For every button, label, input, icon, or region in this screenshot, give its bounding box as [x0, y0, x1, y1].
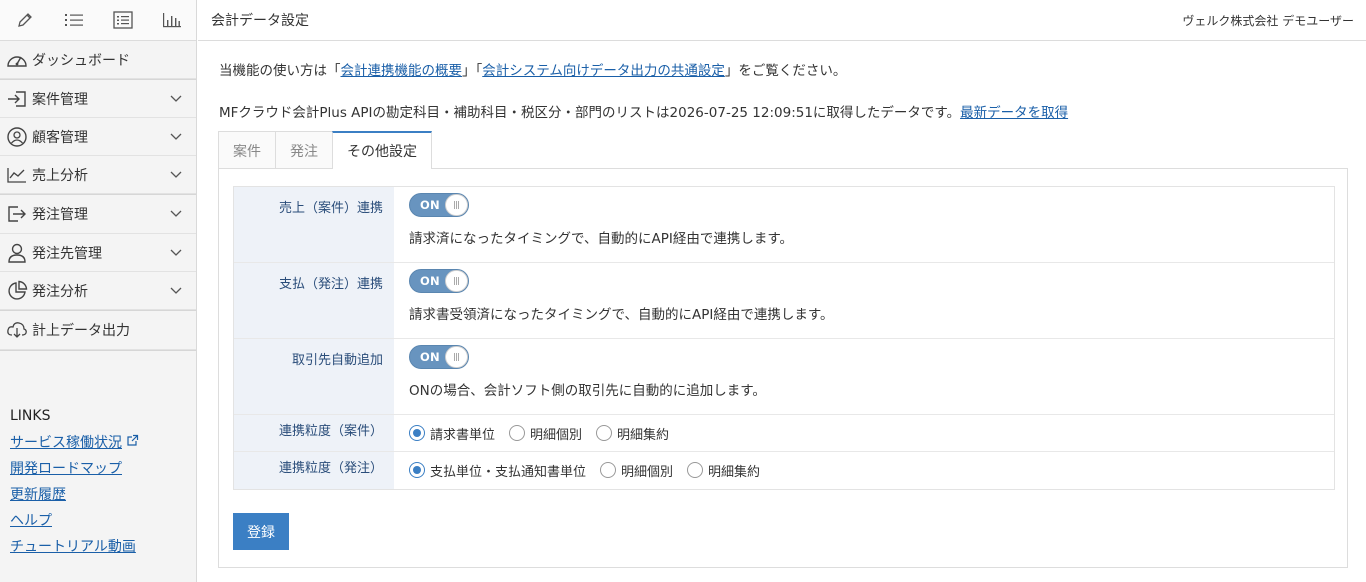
settings-panel: 売上（案件）連携 ON 請求済になったタイミングで、自動的にAPI経由で連携しま…	[218, 168, 1348, 568]
dashboard-icon	[4, 48, 30, 72]
user-name[interactable]: ヴェルク株式会社 デモユーザー	[1182, 12, 1354, 29]
tab-projects[interactable]: 案件	[218, 131, 276, 169]
link-service-status[interactable]: サービス稼働状況	[10, 430, 139, 456]
link-help[interactable]: ヘルプ	[10, 508, 139, 534]
radio-invoice-unit[interactable]: 請求書単位	[409, 424, 495, 443]
toggle-knob	[445, 270, 468, 292]
sidebar-item-label: 売上分析	[32, 167, 88, 184]
tab-purchase[interactable]: 発注	[275, 131, 333, 169]
setting-description: 請求書受領済になったタイミングで、自動的にAPI経由で連携します。	[409, 307, 834, 323]
setting-label: 取引先自動追加	[234, 339, 394, 414]
setting-description: ONの場合、会計ソフト側の取引先に自動的に追加します。	[409, 383, 766, 399]
link-fetch-latest[interactable]: 最新データを取得	[960, 105, 1068, 121]
sidebar-item-dashboard[interactable]: ダッシュボード	[0, 41, 196, 79]
toggle-knob	[445, 346, 468, 368]
sidebar-item-label: 顧客管理	[32, 129, 88, 146]
link-roadmap[interactable]: 開発ロードマップ	[10, 456, 139, 482]
sidebar-item-label: 発注先管理	[32, 245, 102, 262]
link-tutorial-video[interactable]: チュートリアル動画	[10, 534, 139, 560]
chevron-down-icon	[170, 130, 182, 145]
user-circle-icon	[4, 125, 30, 149]
usage-info: 当機能の使い方は「会計連携機能の概要」「会計システム向けデータ出力の共通設定」を…	[219, 63, 847, 79]
link-overview[interactable]: 会計連携機能の概要	[341, 63, 463, 79]
links-section: LINKS サービス稼働状況 開発ロードマップ 更新履歴 ヘルプ チュートリアル…	[10, 408, 139, 560]
sidebar-item-customers[interactable]: 顧客管理	[0, 118, 196, 156]
settings-table: 売上（案件）連携 ON 請求済になったタイミングで、自動的にAPI経由で連携しま…	[233, 186, 1335, 490]
bar-chart-icon[interactable]	[147, 0, 196, 41]
link-changelog[interactable]: 更新履歴	[10, 482, 139, 508]
sidebar-item-label: 計上データ出力	[32, 323, 130, 339]
sidebar-item-label: 案件管理	[32, 91, 88, 108]
radio-selected[interactable]	[409, 462, 425, 478]
chevron-down-icon	[170, 168, 182, 183]
link-common-settings[interactable]: 会計システム向けデータ出力の共通設定	[482, 63, 725, 79]
sidebar-item-label: 発注管理	[32, 207, 88, 223]
page-header: 会計データ設定 ヴェルク株式会社 デモユーザー	[198, 0, 1366, 41]
sidebar-nav: ダッシュボード 案件管理 顧客管理 売上分析 発注管理 発注先管理 発注分析 計…	[0, 41, 196, 351]
radio-unselected[interactable]	[687, 462, 704, 478]
sidebar-item-label: 発注分析	[32, 283, 88, 300]
links-title: LINKS	[10, 408, 51, 424]
chevron-down-icon	[170, 92, 182, 107]
auto-add-partner-toggle[interactable]: ON	[409, 345, 469, 369]
setting-label: 支払（発注）連携	[234, 263, 394, 338]
main-content: 当機能の使い方は「会計連携機能の概要」「会計システム向けデータ出力の共通設定」を…	[198, 42, 1366, 582]
page-title: 会計データ設定	[211, 13, 309, 29]
register-button[interactable]: 登録	[233, 513, 289, 550]
data-fetch-info: MFクラウド会計Plus APIの勘定科目・補助科目・税区分・部門のリストは20…	[219, 105, 1069, 121]
pie-chart-icon	[4, 279, 30, 303]
radio-unselected[interactable]	[509, 425, 526, 441]
sidebar-item-orders[interactable]: 案件管理	[0, 80, 196, 118]
tabs: 案件 発注 その他設定	[218, 131, 432, 169]
payment-sync-toggle[interactable]: ON	[409, 269, 469, 293]
setting-description: 請求済になったタイミングで、自動的にAPI経由で連携します。	[409, 231, 793, 247]
list-icon[interactable]	[49, 0, 98, 41]
sidebar: ダッシュボード 案件管理 顧客管理 売上分析 発注管理 発注先管理 発注分析 計…	[0, 0, 197, 582]
sidebar-item-purchase-analysis[interactable]: 発注分析	[0, 272, 196, 310]
tab-other-settings[interactable]: その他設定	[332, 131, 432, 169]
sidebar-item-data-export[interactable]: 計上データ出力	[0, 311, 196, 350]
radio-selected[interactable]	[409, 425, 425, 441]
radio-line-aggregate[interactable]: 明細集約	[687, 461, 760, 480]
granularity-order-radios: 請求書単位 明細個別 明細集約	[409, 415, 1334, 451]
setting-label: 売上（案件）連携	[234, 187, 394, 262]
granularity-purchase-radios: 支払単位・支払通知書単位 明細個別 明細集約	[409, 452, 1334, 488]
radio-line-individual[interactable]: 明細個別	[600, 461, 673, 480]
setting-label: 連携粒度（案件）	[234, 415, 394, 451]
external-link-icon	[126, 430, 139, 456]
setting-row-sales-sync: 売上（案件）連携 ON 請求済になったタイミングで、自動的にAPI経由で連携しま…	[234, 187, 1334, 263]
pencil-icon[interactable]	[0, 0, 49, 41]
radio-unselected[interactable]	[600, 462, 617, 478]
setting-label: 連携粒度（発注）	[234, 452, 394, 489]
download-cloud-icon	[4, 318, 30, 342]
setting-row-granularity-order: 連携粒度（案件） 請求書単位 明細個別 明細集約	[234, 415, 1334, 452]
setting-row-payment-sync: 支払（発注）連携 ON 請求書受領済になったタイミングで、自動的にAPI経由で連…	[234, 263, 1334, 339]
login-icon	[4, 87, 30, 111]
radio-line-individual[interactable]: 明細個別	[509, 424, 582, 443]
sidebar-item-sales-analysis[interactable]: 売上分析	[0, 156, 196, 194]
toggle-knob	[445, 194, 468, 216]
chevron-down-icon	[170, 284, 182, 299]
line-chart-icon	[4, 163, 30, 187]
sidebar-item-purchase-orders[interactable]: 発注管理	[0, 195, 196, 234]
sidebar-item-label: ダッシュボード	[32, 52, 130, 69]
share-arrow-icon	[4, 202, 30, 226]
setting-row-auto-add-partner: 取引先自動追加 ON ONの場合、会計ソフト側の取引先に自動的に追加します。	[234, 339, 1334, 415]
chevron-down-icon	[170, 207, 182, 222]
person-icon	[4, 241, 30, 265]
radio-unselected[interactable]	[596, 425, 613, 441]
sidebar-item-suppliers[interactable]: 発注先管理	[0, 234, 196, 272]
sidebar-top-icons	[0, 0, 196, 41]
chevron-down-icon	[170, 246, 182, 261]
radio-line-aggregate[interactable]: 明細集約	[596, 424, 669, 443]
sales-sync-toggle[interactable]: ON	[409, 193, 469, 217]
radio-payment-unit[interactable]: 支払単位・支払通知書単位	[409, 461, 586, 480]
setting-row-granularity-purchase: 連携粒度（発注） 支払単位・支払通知書単位 明細個別 明細集約	[234, 452, 1334, 489]
list-box-icon[interactable]	[98, 0, 147, 41]
